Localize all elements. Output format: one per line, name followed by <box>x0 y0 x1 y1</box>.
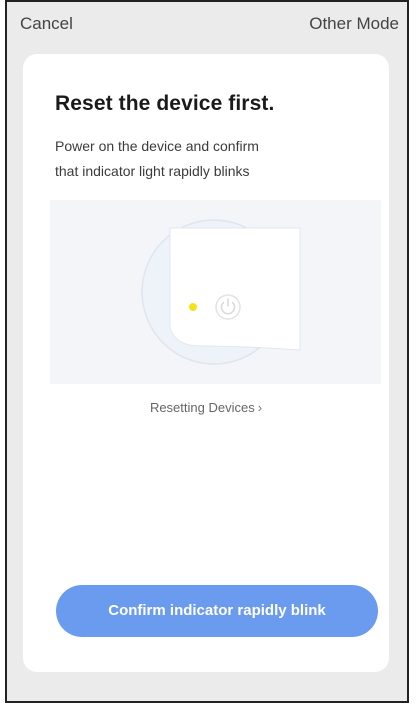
app-frame: Cancel Other Mode Reset the device first… <box>5 0 409 703</box>
power-button-icon <box>215 294 241 320</box>
device-body <box>169 227 301 351</box>
chevron-right-icon: › <box>257 400 263 415</box>
cancel-button[interactable]: Cancel <box>20 14 73 34</box>
other-mode-button[interactable]: Other Mode <box>309 14 399 34</box>
reset-card: Reset the device first. Power on the dev… <box>23 54 389 672</box>
page-title: Reset the device first. <box>55 92 275 115</box>
instruction-line-1: Power on the device and confirm <box>55 138 259 154</box>
confirm-blink-button[interactable]: Confirm indicator rapidly blink <box>56 585 378 637</box>
instruction-line-2: that indicator light rapidly blinks <box>55 163 250 179</box>
device-illustration-graphic <box>141 219 301 365</box>
resetting-devices-link[interactable]: Resetting Devices › <box>23 400 389 415</box>
instruction-text: Power on the device and confirm that ind… <box>55 134 355 184</box>
device-illustration <box>50 200 381 384</box>
resetting-devices-label: Resetting Devices <box>149 400 255 415</box>
top-bar: Cancel Other Mode <box>7 2 407 46</box>
indicator-light-icon <box>189 303 197 311</box>
